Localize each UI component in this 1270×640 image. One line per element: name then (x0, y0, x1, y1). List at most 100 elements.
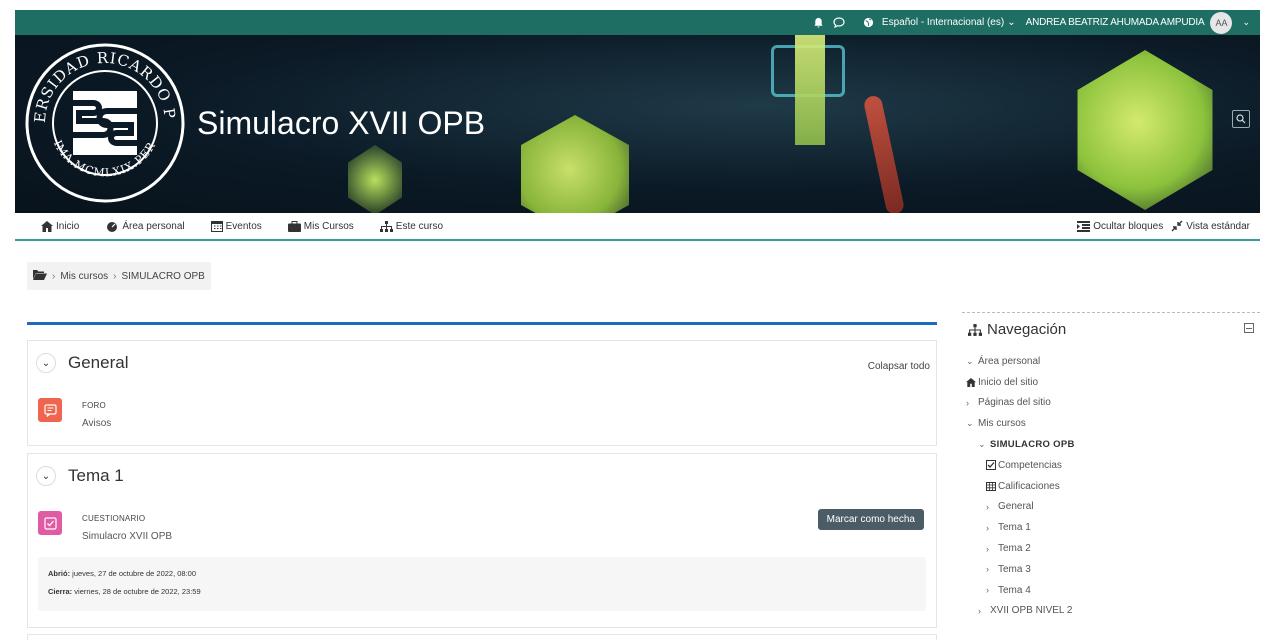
breadcrumb: › Mis cursos › SIMULACRO OPB (27, 262, 211, 290)
activity-type: FORO (82, 401, 106, 410)
nav-tree-item-current-course[interactable]: ⌄ SIMULACRO OPB (966, 434, 1075, 455)
collapse-section-button[interactable]: ⌄ (36, 353, 56, 373)
mark-as-done-button[interactable]: Marcar como hecha (817, 509, 924, 530)
chevron-right-icon: › (966, 397, 969, 408)
checkbox-icon (986, 460, 996, 471)
folder-open-icon[interactable] (33, 269, 47, 283)
nav-tree-item[interactable]: › Tema 1 (966, 517, 1075, 538)
user-name[interactable]: ANDREA BEATRIZ AHUMADA AMPUDIA (1026, 17, 1205, 28)
collapse-block-button[interactable] (1244, 323, 1254, 333)
nav-item-eventos[interactable]: Eventos (210, 220, 262, 232)
nav-tree-item[interactable]: Calificaciones (966, 476, 1075, 497)
nav-tree-item[interactable]: ⌄ Mis cursos (966, 413, 1075, 434)
language-selector[interactable]: Español - Internacional (es) ⌄ (862, 16, 1016, 30)
section-tema-1: ⌄ Tema 1 CUESTIONARIO Simulacro XVII OPB… (27, 453, 937, 628)
nav-item-label: Este curso (395, 220, 444, 232)
nav-tree-item[interactable]: › Páginas del sitio (966, 393, 1075, 414)
nav-item-label: Mis Cursos (303, 220, 354, 232)
chevron-right-icon: › (986, 585, 989, 596)
activity-link-avisos[interactable]: Avisos (82, 418, 111, 429)
nav-tree-item[interactable]: › General (966, 497, 1075, 518)
chevron-right-icon: › (986, 564, 989, 575)
nav-item-label: Área personal (122, 220, 185, 232)
standard-view-button[interactable]: Vista estándar (1171, 220, 1250, 232)
banner-decoration (348, 145, 402, 213)
search-button[interactable] (1232, 110, 1250, 128)
nav-item-label: Eventos (225, 220, 262, 232)
nav-item-este-curso[interactable]: Este curso (379, 220, 444, 232)
hide-blocks-label: Ocultar bloques (1093, 220, 1164, 232)
top-bar: Español - Internacional (es) ⌄ ANDREA BE… (15, 10, 1260, 35)
standard-view-label: Vista estándar (1186, 220, 1250, 232)
nav-tree-item[interactable]: Competencias (966, 455, 1075, 476)
quiz-icon[interactable] (38, 511, 62, 535)
nav-tree-item[interactable]: › XVII OPB NIVEL 2 (966, 601, 1075, 622)
chevron-down-icon: ⌄ (41, 470, 51, 482)
navigation-block-title: Navegación (987, 321, 1067, 338)
nav-tree-item[interactable]: › Tema 2 (966, 538, 1075, 559)
activity-dates: Abrió: jueves, 27 de octubre de 2022, 08… (38, 557, 926, 611)
nav-item-inicio[interactable]: Inicio (41, 220, 80, 232)
chevron-right-icon: › (978, 605, 981, 616)
dashboard-icon (105, 221, 119, 232)
breadcrumb-separator: › (113, 270, 117, 282)
collapse-section-button[interactable]: ⌄ (36, 466, 56, 486)
banner-decoration (1077, 50, 1213, 210)
forum-icon[interactable] (38, 398, 62, 422)
collapse-all-link[interactable]: Colapsar todo (868, 361, 930, 372)
banner-decoration (862, 94, 906, 213)
home-icon (966, 377, 976, 387)
nav-tree-item[interactable]: Inicio del sitio (966, 372, 1075, 393)
indent-icon (1077, 220, 1091, 232)
opened-date: Abrió: jueves, 27 de octubre de 2022, 08… (48, 569, 197, 578)
nav-item-mis-cursos[interactable]: Mis Cursos (287, 220, 354, 232)
compress-icon (1171, 220, 1183, 232)
avatar[interactable]: AA (1210, 11, 1233, 34)
navigation-tree: ⌄ Área personal Inicio del sitio › Páginas… (966, 351, 1075, 621)
breadcrumb-item-mis-cursos[interactable]: Mis cursos (60, 271, 108, 282)
breadcrumb-item-course[interactable]: SIMULACRO OPB (121, 271, 204, 282)
nav-item-label: Inicio (56, 220, 80, 232)
activity-type: CUESTIONARIO (82, 514, 146, 523)
nav-tree-item[interactable]: › Tema 4 (966, 580, 1075, 601)
chevron-right-icon: › (986, 522, 989, 533)
activity-link-simulacro[interactable]: Simulacro XVII OPB (82, 531, 172, 542)
section-next (27, 634, 937, 640)
bell-icon[interactable] (812, 16, 826, 30)
minus-icon (1246, 327, 1252, 329)
university-logo[interactable]: UNIVERSIDAD RICARDO PALMA LIMA.MCMLXIX.P… (23, 41, 188, 206)
nav-tree-item[interactable]: ⌄ Área personal (966, 351, 1075, 372)
course-title: Simulacro XVII OPB (197, 105, 486, 141)
language-label: Español - Internacional (es) (881, 17, 1005, 28)
briefcase-icon (287, 220, 301, 232)
chevron-right-icon: › (986, 543, 989, 554)
sitemap-icon (968, 323, 982, 336)
calendar-icon (210, 220, 223, 232)
section-title: General (68, 353, 129, 372)
sitemap-icon (379, 220, 393, 232)
nav-tree-item[interactable]: › Tema 3 (966, 559, 1075, 580)
chevron-down-icon: ⌄ (978, 439, 986, 450)
nav-item-area-personal[interactable]: Área personal (105, 220, 185, 232)
search-icon (1236, 114, 1246, 124)
content-top-border (27, 322, 937, 325)
section-title: Tema 1 (68, 466, 124, 485)
closes-date: Cierra: viernes, 28 de octubre de 2022, … (48, 587, 201, 596)
chat-bubble-icon[interactable] (832, 16, 846, 30)
home-icon (41, 220, 53, 232)
hide-blocks-button[interactable]: Ocultar bloques (1077, 220, 1164, 232)
navigation-block: Navegación ⌄ Área personal Inicio del sit… (962, 312, 1260, 632)
course-banner: UNIVERSIDAD RICARDO PALMA LIMA.MCMLXIX.P… (15, 35, 1260, 213)
chevron-right-icon: › (986, 501, 989, 512)
chevron-down-icon: ⌄ (41, 357, 51, 369)
user-menu-chevron-icon[interactable]: ⌄ (1242, 17, 1250, 28)
banner-decoration (521, 115, 629, 213)
chevron-down-icon: ⌄ (966, 355, 974, 366)
table-icon (986, 481, 996, 491)
banner-decoration (795, 35, 825, 145)
chevron-down-icon: ⌄ (966, 418, 974, 429)
chevron-down-icon: ⌄ (1007, 17, 1016, 28)
globe-icon (862, 16, 876, 30)
section-general: ⌄ General Colapsar todo FORO Avisos (27, 340, 937, 446)
breadcrumb-separator: › (52, 270, 56, 282)
